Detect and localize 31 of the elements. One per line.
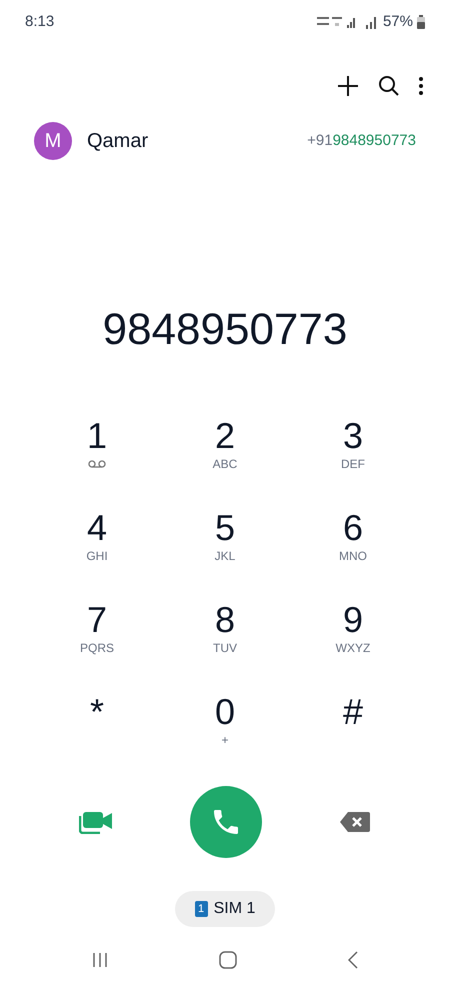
battery-percentage: 57% — [382, 12, 413, 32]
search-icon[interactable] — [378, 75, 400, 97]
sim-badge: 1 — [194, 901, 208, 917]
dial-key[interactable]: 2 ABC — [161, 414, 289, 506]
dial-key[interactable]: 8 TUV — [161, 598, 289, 690]
dial-key[interactable]: 0 + — [161, 690, 289, 782]
dial-key[interactable]: # — [289, 690, 417, 782]
signal-icon — [364, 15, 379, 29]
contact-number[interactable]: +919848950773 — [307, 130, 416, 152]
backspace-icon[interactable] — [339, 811, 371, 833]
dial-key[interactable]: 4 GHI — [33, 506, 161, 598]
add-icon[interactable] — [336, 74, 360, 98]
voicemail-icon — [88, 459, 106, 469]
sim-selector-button[interactable]: 1 SIM 1 — [174, 891, 276, 927]
dial-key[interactable]: 6 MNO — [289, 506, 417, 598]
dial-key[interactable]: * — [33, 690, 161, 782]
dialed-number: 9848950773 — [102, 304, 348, 356]
dial-key[interactable]: 1 — [33, 414, 161, 506]
status-time: 8:13 — [25, 12, 54, 32]
battery-icon — [417, 15, 425, 29]
dial-key[interactable]: 7 PQRS — [33, 598, 161, 690]
home-icon[interactable] — [219, 951, 237, 969]
back-icon[interactable] — [348, 951, 358, 969]
dial-key[interactable]: 5 JKL — [161, 506, 289, 598]
recent-apps-icon[interactable] — [92, 952, 108, 968]
contact-avatar[interactable]: M — [34, 122, 72, 160]
dial-key[interactable]: 9 WXYZ — [289, 598, 417, 690]
contact-name[interactable]: Qamar — [87, 126, 148, 156]
video-call-icon[interactable] — [79, 810, 113, 834]
dial-key[interactable]: 3 DEF — [289, 414, 417, 506]
more-options-icon[interactable] — [418, 76, 424, 96]
